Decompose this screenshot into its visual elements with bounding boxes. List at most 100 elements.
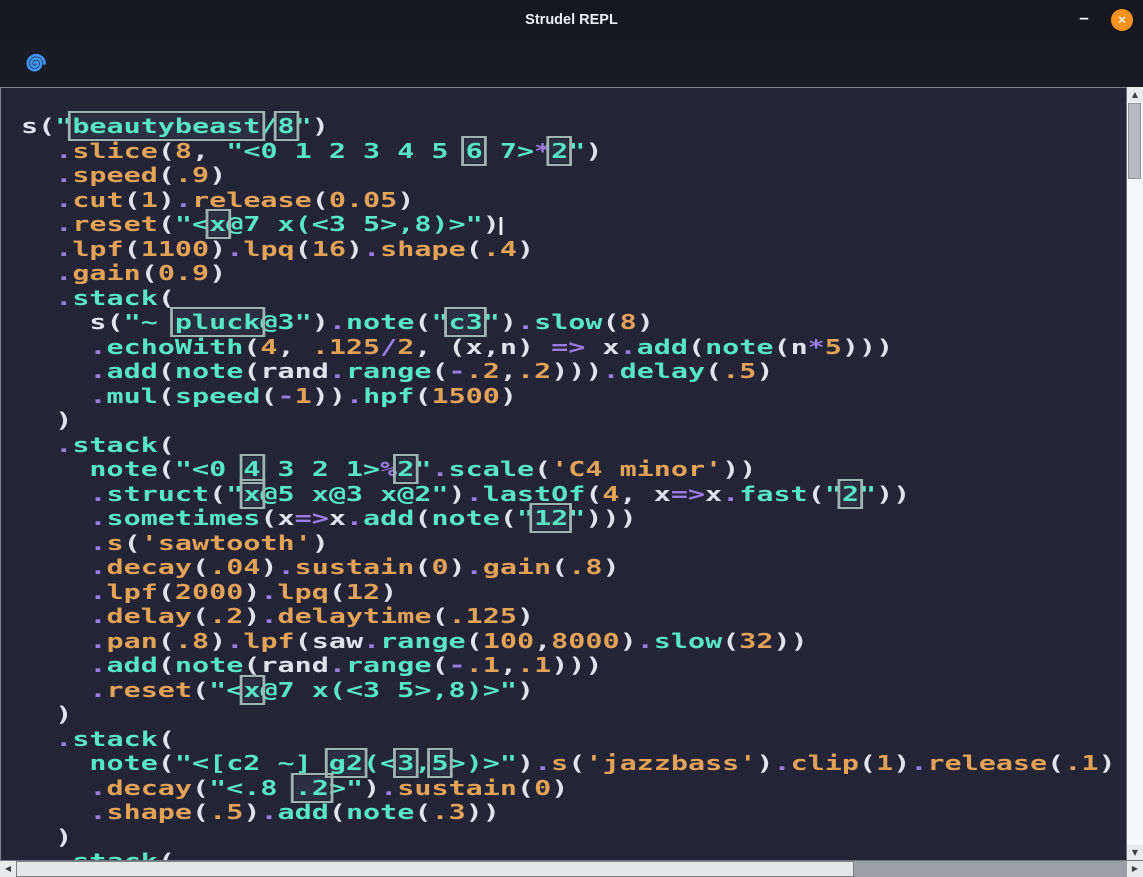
code-token: . <box>175 188 192 212</box>
code-token: ) <box>21 408 72 432</box>
code-line[interactable]: .s('sawtooth') <box>21 531 1116 556</box>
code-token: , <box>192 139 226 163</box>
active-event-highlight: 2 <box>397 457 414 481</box>
toolbar <box>0 40 1143 87</box>
code-token: 4 <box>260 335 277 359</box>
code-line[interactable]: .shape(.5).add(note(.3)) <box>21 800 1116 825</box>
code-token <box>21 286 55 310</box>
code-line[interactable]: .cut(1).release(0.05) <box>21 188 1116 213</box>
code-line[interactable]: .stack( <box>21 286 1116 311</box>
code-token: . <box>329 310 346 334</box>
code-line[interactable]: .struct("x@5 x@3 x@2").lastOf(4, x=>x.fa… <box>21 482 1116 507</box>
scroll-down-button[interactable]: ▼ <box>1127 845 1143 860</box>
code-line[interactable]: .reset("<x@7 x(<3 5>,8)>") <box>21 212 1116 237</box>
code-line[interactable]: .stack( <box>21 849 1116 860</box>
code-token: ( <box>329 580 346 604</box>
close-button[interactable]: × <box>1111 9 1133 31</box>
code-token: @3" <box>260 310 311 334</box>
code-token: stack <box>72 286 158 310</box>
code-line[interactable]: .add(note(rand.range(-.2,.2))).delay(.5) <box>21 359 1116 384</box>
code-line[interactable]: .add(note(rand.range(-.1,.1))) <box>21 653 1116 678</box>
horizontal-scrollbar[interactable]: ◀ ▶ <box>0 860 1143 877</box>
code-token: ( <box>414 506 431 530</box>
code-token: delay <box>620 359 706 383</box>
code-line[interactable]: s("~ pluck@3").note("c3").slow(8) <box>21 310 1116 335</box>
code-line[interactable]: .delay(.2).delaytime(.125) <box>21 604 1116 629</box>
code-token: . <box>55 727 72 751</box>
text-cursor <box>500 217 502 235</box>
code-token: .04 <box>209 555 260 579</box>
code-line[interactable]: ) <box>21 825 1116 850</box>
code-token <box>21 139 55 163</box>
code-token: 'jazzbass' <box>585 751 756 775</box>
code-token: "< <box>175 212 209 236</box>
code-token: ( <box>260 384 277 408</box>
scroll-up-button[interactable]: ▲ <box>1127 87 1143 102</box>
code-token: ( <box>158 653 175 677</box>
code-token: . <box>89 629 106 653</box>
code-token: note <box>431 506 499 530</box>
code-token: ( <box>705 359 722 383</box>
code-token: " <box>431 310 448 334</box>
code-line[interactable]: .reset("<x@7 x(<3 5>,8)>") <box>21 678 1116 703</box>
code-token: ) <box>449 555 466 579</box>
code-token: note <box>346 800 414 824</box>
code-token: x <box>585 335 619 359</box>
code-line[interactable]: s("beautybeast/8") <box>21 114 1116 139</box>
code-token: ))) <box>585 506 636 530</box>
code-token: . <box>466 482 483 506</box>
code-token: ) <box>312 310 329 334</box>
code-token: >)>" <box>449 751 517 775</box>
code-line[interactable]: .lpf(1100).lpq(16).shape(.4) <box>21 237 1116 262</box>
code-token: ( <box>431 653 448 677</box>
code-line[interactable]: .pan(.8).lpf(saw.range(100,8000).slow(32… <box>21 629 1116 654</box>
code-token: ( <box>192 678 209 702</box>
titlebar[interactable]: Strudel REPL – × <box>0 0 1143 40</box>
code-line[interactable]: .echoWith(4, .125/2, (x,n) => x.add(note… <box>21 335 1116 360</box>
active-event-highlight: pluck <box>175 310 261 334</box>
code-token: 0 <box>534 776 551 800</box>
code-token <box>21 580 89 604</box>
code-line[interactable]: .decay("<.8 .2>").sustain(0) <box>21 776 1116 801</box>
editor[interactable]: s("beautybeast/8") .slice(8, "<0 1 2 3 4… <box>0 87 1126 860</box>
minimize-button[interactable]: – <box>1067 0 1101 40</box>
code-token: 'C4 minor' <box>551 457 722 481</box>
code-token: ( <box>243 653 260 677</box>
code-line[interactable]: .slice(8, "<0 1 2 3 4 5 6 7>*2") <box>21 139 1116 164</box>
code-token: . <box>346 506 363 530</box>
code-token: . <box>89 776 106 800</box>
code-line[interactable]: .stack( <box>21 727 1116 752</box>
code-token: . <box>773 751 790 775</box>
code-token: . <box>329 359 346 383</box>
code-line[interactable]: .sometimes(x=>x.add(note("12"))) <box>21 506 1116 531</box>
strudel-spiral-logo-icon[interactable] <box>21 50 48 77</box>
code-token: saw <box>312 629 363 653</box>
code-token: 7> <box>483 139 534 163</box>
code-token: ) <box>517 678 534 702</box>
code-line[interactable]: .gain(0.9) <box>21 261 1116 286</box>
code-area[interactable]: s("beautybeast/8") .slice(8, "<0 1 2 3 4… <box>21 114 1116 860</box>
code-token: add <box>637 335 688 359</box>
active-event-highlight: 12 <box>534 506 568 530</box>
code-token: )) <box>722 457 756 481</box>
code-line[interactable]: .lpf(2000).lpq(12) <box>21 580 1116 605</box>
scroll-left-button[interactable]: ◀ <box>0 861 16 877</box>
scroll-right-button[interactable]: ▶ <box>1127 861 1143 877</box>
code-token: note <box>705 335 773 359</box>
horizontal-scrollbar-thumb[interactable] <box>16 861 854 877</box>
code-line[interactable]: .stack( <box>21 433 1116 458</box>
code-line[interactable]: ) <box>21 702 1116 727</box>
code-token: . <box>89 384 106 408</box>
code-line[interactable]: .decay(.04).sustain(0).gain(.8) <box>21 555 1116 580</box>
code-token: ) <box>517 604 534 628</box>
vertical-scrollbar[interactable]: ▲ ▼ <box>1126 87 1143 860</box>
code-token: n <box>791 335 808 359</box>
code-line[interactable]: note("<[c2 ~] g2(<3,5>)>").s('jazzbass')… <box>21 751 1116 776</box>
code-line[interactable]: ) <box>21 408 1116 433</box>
code-token <box>21 261 55 285</box>
code-token: ) <box>602 555 619 579</box>
code-line[interactable]: .mul(speed(-1)).hpf(1500) <box>21 384 1116 409</box>
code-line[interactable]: note("<0 4 3 2 1>%2".scale('C4 minor')) <box>21 457 1116 482</box>
code-line[interactable]: .speed(.9) <box>21 163 1116 188</box>
vertical-scrollbar-thumb[interactable] <box>1128 103 1141 179</box>
